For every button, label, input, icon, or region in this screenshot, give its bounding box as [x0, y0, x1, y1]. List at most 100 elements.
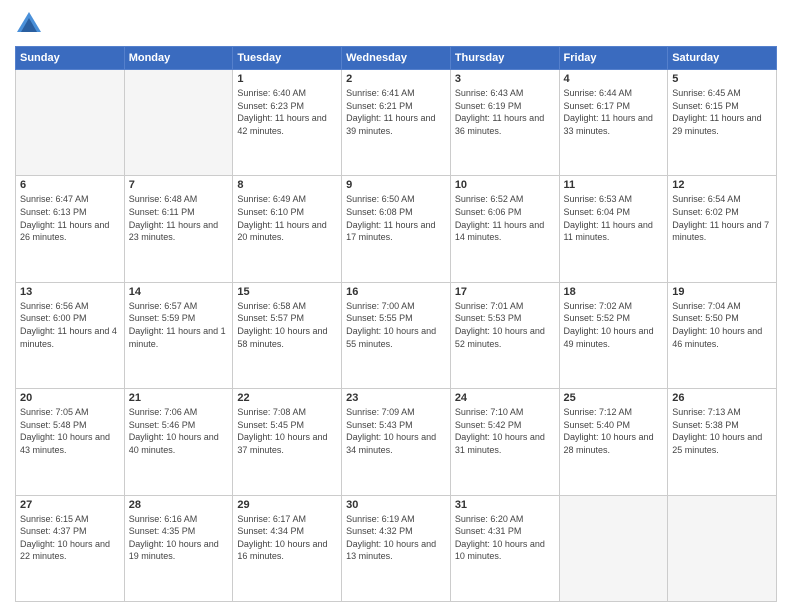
day-info: Sunrise: 6:52 AMSunset: 6:06 PMDaylight:…	[455, 193, 555, 243]
day-number: 25	[564, 392, 664, 404]
day-number: 15	[237, 286, 337, 298]
day-info: Sunrise: 7:13 AMSunset: 5:38 PMDaylight:…	[672, 406, 772, 456]
calendar-header-row: SundayMondayTuesdayWednesdayThursdayFrid…	[16, 47, 777, 70]
day-number: 17	[455, 286, 555, 298]
day-number: 13	[20, 286, 120, 298]
calendar-cell	[16, 70, 125, 176]
day-info: Sunrise: 6:54 AMSunset: 6:02 PMDaylight:…	[672, 193, 772, 243]
day-info: Sunrise: 6:58 AMSunset: 5:57 PMDaylight:…	[237, 300, 337, 350]
calendar-cell: 14 Sunrise: 6:57 AMSunset: 5:59 PMDayligh…	[124, 282, 233, 388]
calendar-cell	[668, 495, 777, 601]
calendar-cell: 2 Sunrise: 6:41 AMSunset: 6:21 PMDaylight…	[342, 70, 451, 176]
calendar-cell: 5 Sunrise: 6:45 AMSunset: 6:15 PMDaylight…	[668, 70, 777, 176]
day-header-thursday: Thursday	[450, 47, 559, 70]
day-info: Sunrise: 6:57 AMSunset: 5:59 PMDaylight:…	[129, 300, 229, 350]
calendar-cell: 18 Sunrise: 7:02 AMSunset: 5:52 PMDayligh…	[559, 282, 668, 388]
day-info: Sunrise: 6:16 AMSunset: 4:35 PMDaylight:…	[129, 513, 229, 563]
day-info: Sunrise: 7:09 AMSunset: 5:43 PMDaylight:…	[346, 406, 446, 456]
calendar-cell: 17 Sunrise: 7:01 AMSunset: 5:53 PMDayligh…	[450, 282, 559, 388]
day-info: Sunrise: 6:47 AMSunset: 6:13 PMDaylight:…	[20, 193, 120, 243]
day-info: Sunrise: 6:48 AMSunset: 6:11 PMDaylight:…	[129, 193, 229, 243]
week-row-4: 20 Sunrise: 7:05 AMSunset: 5:48 PMDayligh…	[16, 389, 777, 495]
day-number: 30	[346, 499, 446, 511]
week-row-1: 1 Sunrise: 6:40 AMSunset: 6:23 PMDaylight…	[16, 70, 777, 176]
day-number: 31	[455, 499, 555, 511]
calendar-cell: 3 Sunrise: 6:43 AMSunset: 6:19 PMDaylight…	[450, 70, 559, 176]
calendar-cell: 4Sunrise: 6:44 AMSunset: 6:17 PMDaylight…	[559, 70, 668, 176]
calendar-cell: 7Sunrise: 6:48 AMSunset: 6:11 PMDaylight…	[124, 176, 233, 282]
calendar-cell	[559, 495, 668, 601]
day-header-wednesday: Wednesday	[342, 47, 451, 70]
day-header-saturday: Saturday	[668, 47, 777, 70]
calendar-cell: 16 Sunrise: 7:00 AMSunset: 5:55 PMDayligh…	[342, 282, 451, 388]
calendar-cell: 21 Sunrise: 7:06 AMSunset: 5:46 PMDayligh…	[124, 389, 233, 495]
day-number: 8	[237, 179, 337, 191]
day-number: 6	[20, 179, 120, 191]
calendar-cell: 13 Sunrise: 6:56 AMSunset: 6:00 PMDayligh…	[16, 282, 125, 388]
calendar-cell: 11 Sunrise: 6:53 AMSunset: 6:04 PMDayligh…	[559, 176, 668, 282]
day-number: 29	[237, 499, 337, 511]
day-info: Sunrise: 6:40 AMSunset: 6:23 PMDaylight:…	[237, 87, 337, 137]
day-info: Sunrise: 6:50 AMSunset: 6:08 PMDaylight:…	[346, 193, 446, 243]
day-number: 11	[564, 179, 664, 191]
day-number: 23	[346, 392, 446, 404]
day-header-tuesday: Tuesday	[233, 47, 342, 70]
day-number: 9	[346, 179, 446, 191]
day-number: 3	[455, 73, 555, 85]
calendar-cell: 30 Sunrise: 6:19 AMSunset: 4:32 PMDayligh…	[342, 495, 451, 601]
week-row-2: 6 Sunrise: 6:47 AMSunset: 6:13 PMDaylight…	[16, 176, 777, 282]
day-number: 18	[564, 286, 664, 298]
calendar-cell: 9 Sunrise: 6:50 AMSunset: 6:08 PMDaylight…	[342, 176, 451, 282]
day-info: Sunrise: 6:49 AMSunset: 6:10 PMDaylight:…	[237, 193, 337, 243]
day-info: Sunrise: 7:04 AMSunset: 5:50 PMDaylight:…	[672, 300, 772, 350]
day-info: Sunrise: 6:41 AMSunset: 6:21 PMDaylight:…	[346, 87, 446, 137]
week-row-3: 13 Sunrise: 6:56 AMSunset: 6:00 PMDayligh…	[16, 282, 777, 388]
day-info: Sunrise: 6:20 AMSunset: 4:31 PMDaylight:…	[455, 513, 555, 563]
day-info: Sunrise: 6:53 AMSunset: 6:04 PMDaylight:…	[564, 193, 664, 243]
day-number: 14	[129, 286, 229, 298]
day-number: 26	[672, 392, 772, 404]
day-info: Sunrise: 6:43 AMSunset: 6:19 PMDaylight:…	[455, 87, 555, 137]
day-info: Sunrise: 7:02 AMSunset: 5:52 PMDaylight:…	[564, 300, 664, 350]
logo-icon	[15, 10, 43, 38]
day-number: 5	[672, 73, 772, 85]
page: SundayMondayTuesdayWednesdayThursdayFrid…	[0, 0, 792, 612]
day-info: Sunrise: 7:00 AMSunset: 5:55 PMDaylight:…	[346, 300, 446, 350]
calendar-cell: 1 Sunrise: 6:40 AMSunset: 6:23 PMDaylight…	[233, 70, 342, 176]
calendar-cell: 27Sunrise: 6:15 AMSunset: 4:37 PMDayligh…	[16, 495, 125, 601]
day-info: Sunrise: 7:08 AMSunset: 5:45 PMDaylight:…	[237, 406, 337, 456]
day-info: Sunrise: 6:45 AMSunset: 6:15 PMDaylight:…	[672, 87, 772, 137]
day-number: 10	[455, 179, 555, 191]
calendar-cell: 15 Sunrise: 6:58 AMSunset: 5:57 PMDayligh…	[233, 282, 342, 388]
week-row-5: 27Sunrise: 6:15 AMSunset: 4:37 PMDayligh…	[16, 495, 777, 601]
day-number: 21	[129, 392, 229, 404]
day-info: Sunrise: 7:01 AMSunset: 5:53 PMDaylight:…	[455, 300, 555, 350]
calendar-cell: 22Sunrise: 7:08 AMSunset: 5:45 PMDayligh…	[233, 389, 342, 495]
day-info: Sunrise: 7:05 AMSunset: 5:48 PMDaylight:…	[20, 406, 120, 456]
day-number: 19	[672, 286, 772, 298]
day-number: 2	[346, 73, 446, 85]
calendar-cell	[124, 70, 233, 176]
day-info: Sunrise: 7:06 AMSunset: 5:46 PMDaylight:…	[129, 406, 229, 456]
day-number: 20	[20, 392, 120, 404]
day-header-friday: Friday	[559, 47, 668, 70]
day-number: 4	[564, 73, 664, 85]
calendar-cell: 24Sunrise: 7:10 AMSunset: 5:42 PMDayligh…	[450, 389, 559, 495]
day-header-monday: Monday	[124, 47, 233, 70]
day-number: 28	[129, 499, 229, 511]
calendar-cell: 29 Sunrise: 6:17 AMSunset: 4:34 PMDayligh…	[233, 495, 342, 601]
calendar-cell: 6 Sunrise: 6:47 AMSunset: 6:13 PMDaylight…	[16, 176, 125, 282]
day-info: Sunrise: 6:15 AMSunset: 4:37 PMDaylight:…	[20, 513, 120, 563]
logo	[15, 10, 47, 38]
calendar-cell: 26 Sunrise: 7:13 AMSunset: 5:38 PMDayligh…	[668, 389, 777, 495]
day-number: 1	[237, 73, 337, 85]
calendar-cell: 8 Sunrise: 6:49 AMSunset: 6:10 PMDaylight…	[233, 176, 342, 282]
day-number: 16	[346, 286, 446, 298]
day-info: Sunrise: 6:56 AMSunset: 6:00 PMDaylight:…	[20, 300, 120, 350]
day-info: Sunrise: 6:17 AMSunset: 4:34 PMDaylight:…	[237, 513, 337, 563]
calendar-cell: 10 Sunrise: 6:52 AMSunset: 6:06 PMDayligh…	[450, 176, 559, 282]
day-info: Sunrise: 7:12 AMSunset: 5:40 PMDaylight:…	[564, 406, 664, 456]
day-info: Sunrise: 6:19 AMSunset: 4:32 PMDaylight:…	[346, 513, 446, 563]
calendar-cell: 28 Sunrise: 6:16 AMSunset: 4:35 PMDayligh…	[124, 495, 233, 601]
calendar-cell: 12Sunrise: 6:54 AMSunset: 6:02 PMDayligh…	[668, 176, 777, 282]
